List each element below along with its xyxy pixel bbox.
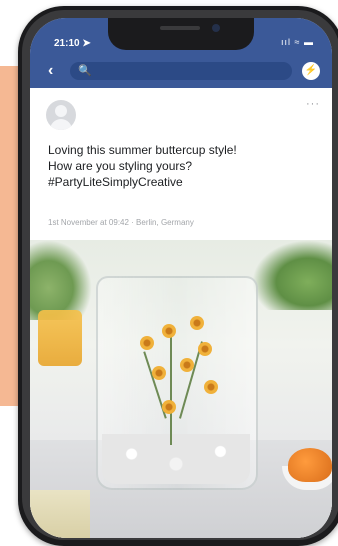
buttercup-flower bbox=[204, 380, 218, 394]
back-icon[interactable]: ‹ bbox=[48, 62, 53, 80]
messenger-icon[interactable]: ⚡ bbox=[302, 62, 320, 80]
post-photo[interactable] bbox=[30, 240, 332, 538]
post-meta: 1st November at 09:42 · Berlin, Germany bbox=[48, 218, 194, 227]
avatar[interactable] bbox=[46, 100, 76, 130]
more-options-icon[interactable]: ··· bbox=[306, 98, 320, 110]
buttercup-flower bbox=[152, 366, 166, 380]
search-input[interactable]: 🔍 bbox=[70, 62, 292, 80]
facebook-post: ··· Loving this summer buttercup style! … bbox=[30, 88, 332, 538]
buttercup-flower bbox=[140, 336, 154, 350]
avatar-shoulders bbox=[50, 119, 72, 130]
plant-left bbox=[30, 240, 92, 320]
front-camera bbox=[212, 24, 220, 32]
phone-screen: 21:10 ➤ ııl ≈ ▬ ‹ 🔍 ⚡ ··· Loving this su… bbox=[30, 18, 332, 538]
phone-notch bbox=[108, 18, 254, 50]
status-icons: ııl ≈ ▬ bbox=[281, 37, 314, 47]
buttercup-flower bbox=[198, 342, 212, 356]
speaker-grille bbox=[160, 26, 200, 30]
buttercup-flower bbox=[162, 324, 176, 338]
orange-fruit bbox=[288, 448, 332, 482]
flower-stem bbox=[170, 330, 172, 445]
yellow-candle-jars bbox=[38, 310, 82, 366]
ribbon-spool bbox=[30, 490, 90, 538]
post-text-line-1: Loving this summer buttercup style! bbox=[48, 143, 237, 157]
post-text: Loving this summer buttercup style! How … bbox=[48, 142, 318, 190]
search-icon: 🔍 bbox=[78, 65, 92, 77]
status-time: 21:10 ➤ bbox=[54, 38, 91, 49]
avatar-head bbox=[55, 105, 67, 117]
post-text-line-2: How are you styling yours? bbox=[48, 159, 193, 173]
buttercup-flower bbox=[162, 400, 176, 414]
buttercup-flower bbox=[190, 316, 204, 330]
buttercup-flower bbox=[180, 358, 194, 372]
post-hashtag[interactable]: #PartyLiteSimplyCreative bbox=[48, 174, 318, 190]
plant-right bbox=[252, 240, 332, 310]
white-pebbles bbox=[102, 434, 250, 484]
